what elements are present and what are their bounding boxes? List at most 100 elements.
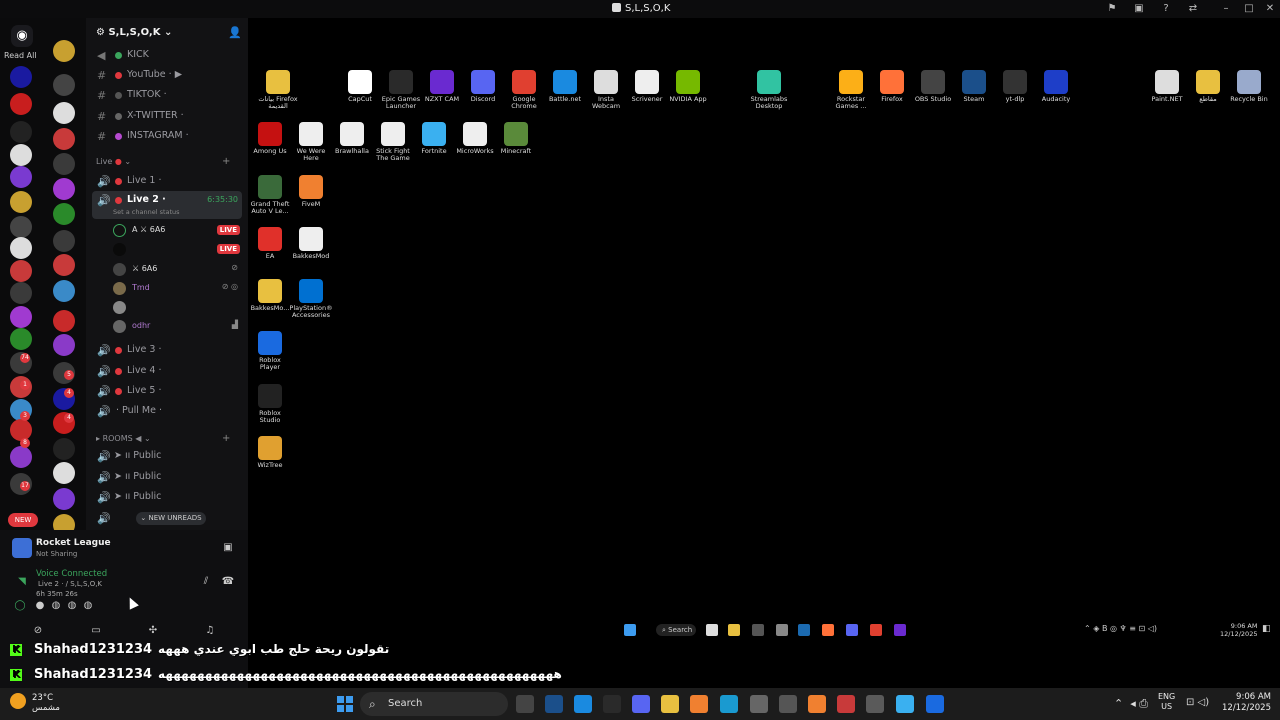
task-view-icon[interactable] <box>516 695 534 713</box>
new-pill[interactable]: NEW <box>8 513 38 527</box>
server-icon[interactable] <box>53 334 75 356</box>
start-icon[interactable] <box>624 624 636 636</box>
help-icon[interactable]: ? <box>1160 3 1172 15</box>
screen-icon[interactable]: ▣ <box>1133 3 1145 15</box>
server-icon[interactable] <box>53 102 75 124</box>
desktop-icon[interactable]: We Were Here <box>289 122 333 162</box>
server-icon[interactable] <box>53 128 75 150</box>
server-icon[interactable] <box>53 40 75 62</box>
voice-user[interactable]: ⚔ 6A6 ⊘ <box>86 260 248 278</box>
inner-tray-icons[interactable]: ⌃ ◈ B ◎ ♆ ≡ ⊡ ◁) <box>1084 624 1157 633</box>
activities-icon[interactable]: ✣ <box>143 625 163 639</box>
add-channel-icon[interactable]: + <box>222 156 230 167</box>
weather-icon[interactable] <box>10 693 26 709</box>
chrome-icon[interactable] <box>870 624 882 636</box>
file-explorer-icon[interactable] <box>661 695 679 713</box>
search-box[interactable]: ⌕ Search <box>360 692 508 716</box>
sync-icon[interactable]: ⇄ <box>1187 3 1199 15</box>
desktop-icon[interactable]: Insta Webcam <box>584 70 628 110</box>
desktop-icon[interactable]: NZXT CAM <box>420 70 464 103</box>
desktop-icon[interactable]: Streamlabs Desktop <box>747 70 791 110</box>
voice-user[interactable]: Tmd ⊘ ◎ <box>86 279 248 297</box>
desktop-icon[interactable]: Firefox <box>870 70 914 103</box>
disconnect-icon[interactable]: ☎ <box>218 576 238 590</box>
notepad-icon[interactable] <box>896 695 914 713</box>
network-volume-icons[interactable]: ⊡ ◁) <box>1186 697 1209 708</box>
voice-user[interactable] <box>86 298 248 316</box>
server-icon[interactable] <box>10 419 32 441</box>
read-all-label[interactable]: Read All <box>4 51 37 60</box>
clock[interactable]: 9:06 AM 12/12/2025 <box>1222 692 1271 714</box>
store-icon[interactable] <box>866 695 884 713</box>
edge-icon[interactable] <box>720 695 738 713</box>
server-icon[interactable] <box>10 191 32 213</box>
taskbar-app-icon[interactable] <box>706 624 718 636</box>
inner-clock[interactable]: 9:06 AM 12/12/2025 <box>1220 622 1257 638</box>
desktop-icon[interactable]: Rockstar Games ... <box>829 70 873 110</box>
guild-header[interactable]: ⚙ S,L,S,O,K ⌄ 👤 <box>86 18 248 48</box>
server-icon[interactable] <box>10 446 32 468</box>
taskbar-app-icon[interactable] <box>926 695 944 713</box>
server-icon[interactable] <box>10 66 32 88</box>
taskbar-app-icon[interactable] <box>808 695 826 713</box>
server-icon[interactable] <box>53 203 75 225</box>
screen-share-icon[interactable]: ▣ <box>218 542 238 556</box>
server-icon[interactable] <box>10 260 32 282</box>
battle-net-icon[interactable] <box>574 695 592 713</box>
desktop-icon[interactable]: Roblox Studio <box>248 384 292 424</box>
server-icon[interactable] <box>10 328 32 350</box>
desktop-icon[interactable]: Discord <box>461 70 505 103</box>
voice-connected[interactable]: Voice Connected <box>36 569 107 579</box>
voice-channel-live-4[interactable]: 🔊 Live 4 · <box>86 362 248 380</box>
steam-icon[interactable] <box>798 624 810 636</box>
voice-channel-pull-me[interactable]: 🔊 · Pull Me · <box>86 402 248 420</box>
server-icon[interactable] <box>53 254 75 276</box>
channel-youtube[interactable]: # YouTube · ▶ <box>86 66 248 84</box>
screen-share-icon[interactable]: ▭ <box>86 625 106 639</box>
desktop-icon[interactable]: Minecraft <box>494 122 538 155</box>
server-icon[interactable] <box>53 488 75 510</box>
category-live[interactable]: Live ● ⌄ + <box>96 156 230 167</box>
server-icon[interactable] <box>53 153 75 175</box>
voice-channel-live-3[interactable]: 🔊 Live 3 · <box>86 341 248 359</box>
server-icon[interactable] <box>10 166 32 188</box>
start-button[interactable] <box>337 696 353 712</box>
server-icon[interactable] <box>53 230 75 252</box>
channel-instagram[interactable]: # INSTAGRAM · <box>86 127 248 145</box>
camera-icon[interactable]: ◯ <box>10 600 30 614</box>
soundboard-icon[interactable]: ♫ <box>200 625 220 639</box>
server-icon[interactable] <box>53 462 75 484</box>
desktop-icon[interactable]: بيانات Firefox القديمة <box>256 70 300 110</box>
desktop-icon[interactable]: Grand Theft Auto V Le... <box>248 175 292 215</box>
channel-status-prompt[interactable]: Set a channel status <box>113 208 180 216</box>
server-icon[interactable] <box>10 237 32 259</box>
desktop-icon[interactable]: Scrivener <box>625 70 669 103</box>
channel-x-twitter[interactable]: # X-TWITTER · <box>86 107 248 125</box>
taskbar-app-icon[interactable] <box>752 624 764 636</box>
discord-home-icon[interactable]: ◉ <box>11 25 33 47</box>
desktop-icon[interactable]: Paint.NET <box>1145 70 1189 103</box>
epic-games-icon[interactable] <box>603 695 621 713</box>
channel-kick[interactable]: ◀ KICK <box>86 46 248 64</box>
desktop-icon[interactable]: EA <box>248 227 292 260</box>
discord-icon[interactable] <box>846 624 858 636</box>
voice-channel-live-5[interactable]: 🔊 Live 5 · <box>86 382 248 400</box>
close-icon[interactable]: ✕ <box>1264 3 1276 15</box>
voice-channel-public[interactable]: 🔊 ➤ ıı Public <box>86 468 248 486</box>
server-icon[interactable] <box>10 144 32 166</box>
voice-user[interactable]: A ⚔ 6A6 LIVE <box>86 221 248 239</box>
voice-user[interactable]: odhr ▟ <box>86 317 248 335</box>
server-icon[interactable] <box>53 74 75 96</box>
desktop-icon[interactable]: Roblox Player <box>248 331 292 371</box>
taskbar-app-icon[interactable] <box>776 624 788 636</box>
desktop-icon[interactable]: BakkesMod <box>289 227 333 260</box>
desktop-icon[interactable]: Battle.net <box>543 70 587 103</box>
desktop-icon[interactable]: PlayStation® Accessories <box>289 279 333 319</box>
camera-off-icon[interactable]: ⊘ <box>28 625 48 639</box>
desktop-icon[interactable]: FiveM <box>289 175 333 208</box>
inbox-icon[interactable]: ⚑ <box>1106 3 1118 15</box>
voice-user[interactable]: LIVE <box>86 240 248 258</box>
maximize-icon[interactable]: □ <box>1243 3 1255 15</box>
noise-suppression-icon[interactable]: ⫽ <box>196 576 216 590</box>
new-unreads-button[interactable]: ⌄ NEW UNREADS <box>136 512 206 525</box>
